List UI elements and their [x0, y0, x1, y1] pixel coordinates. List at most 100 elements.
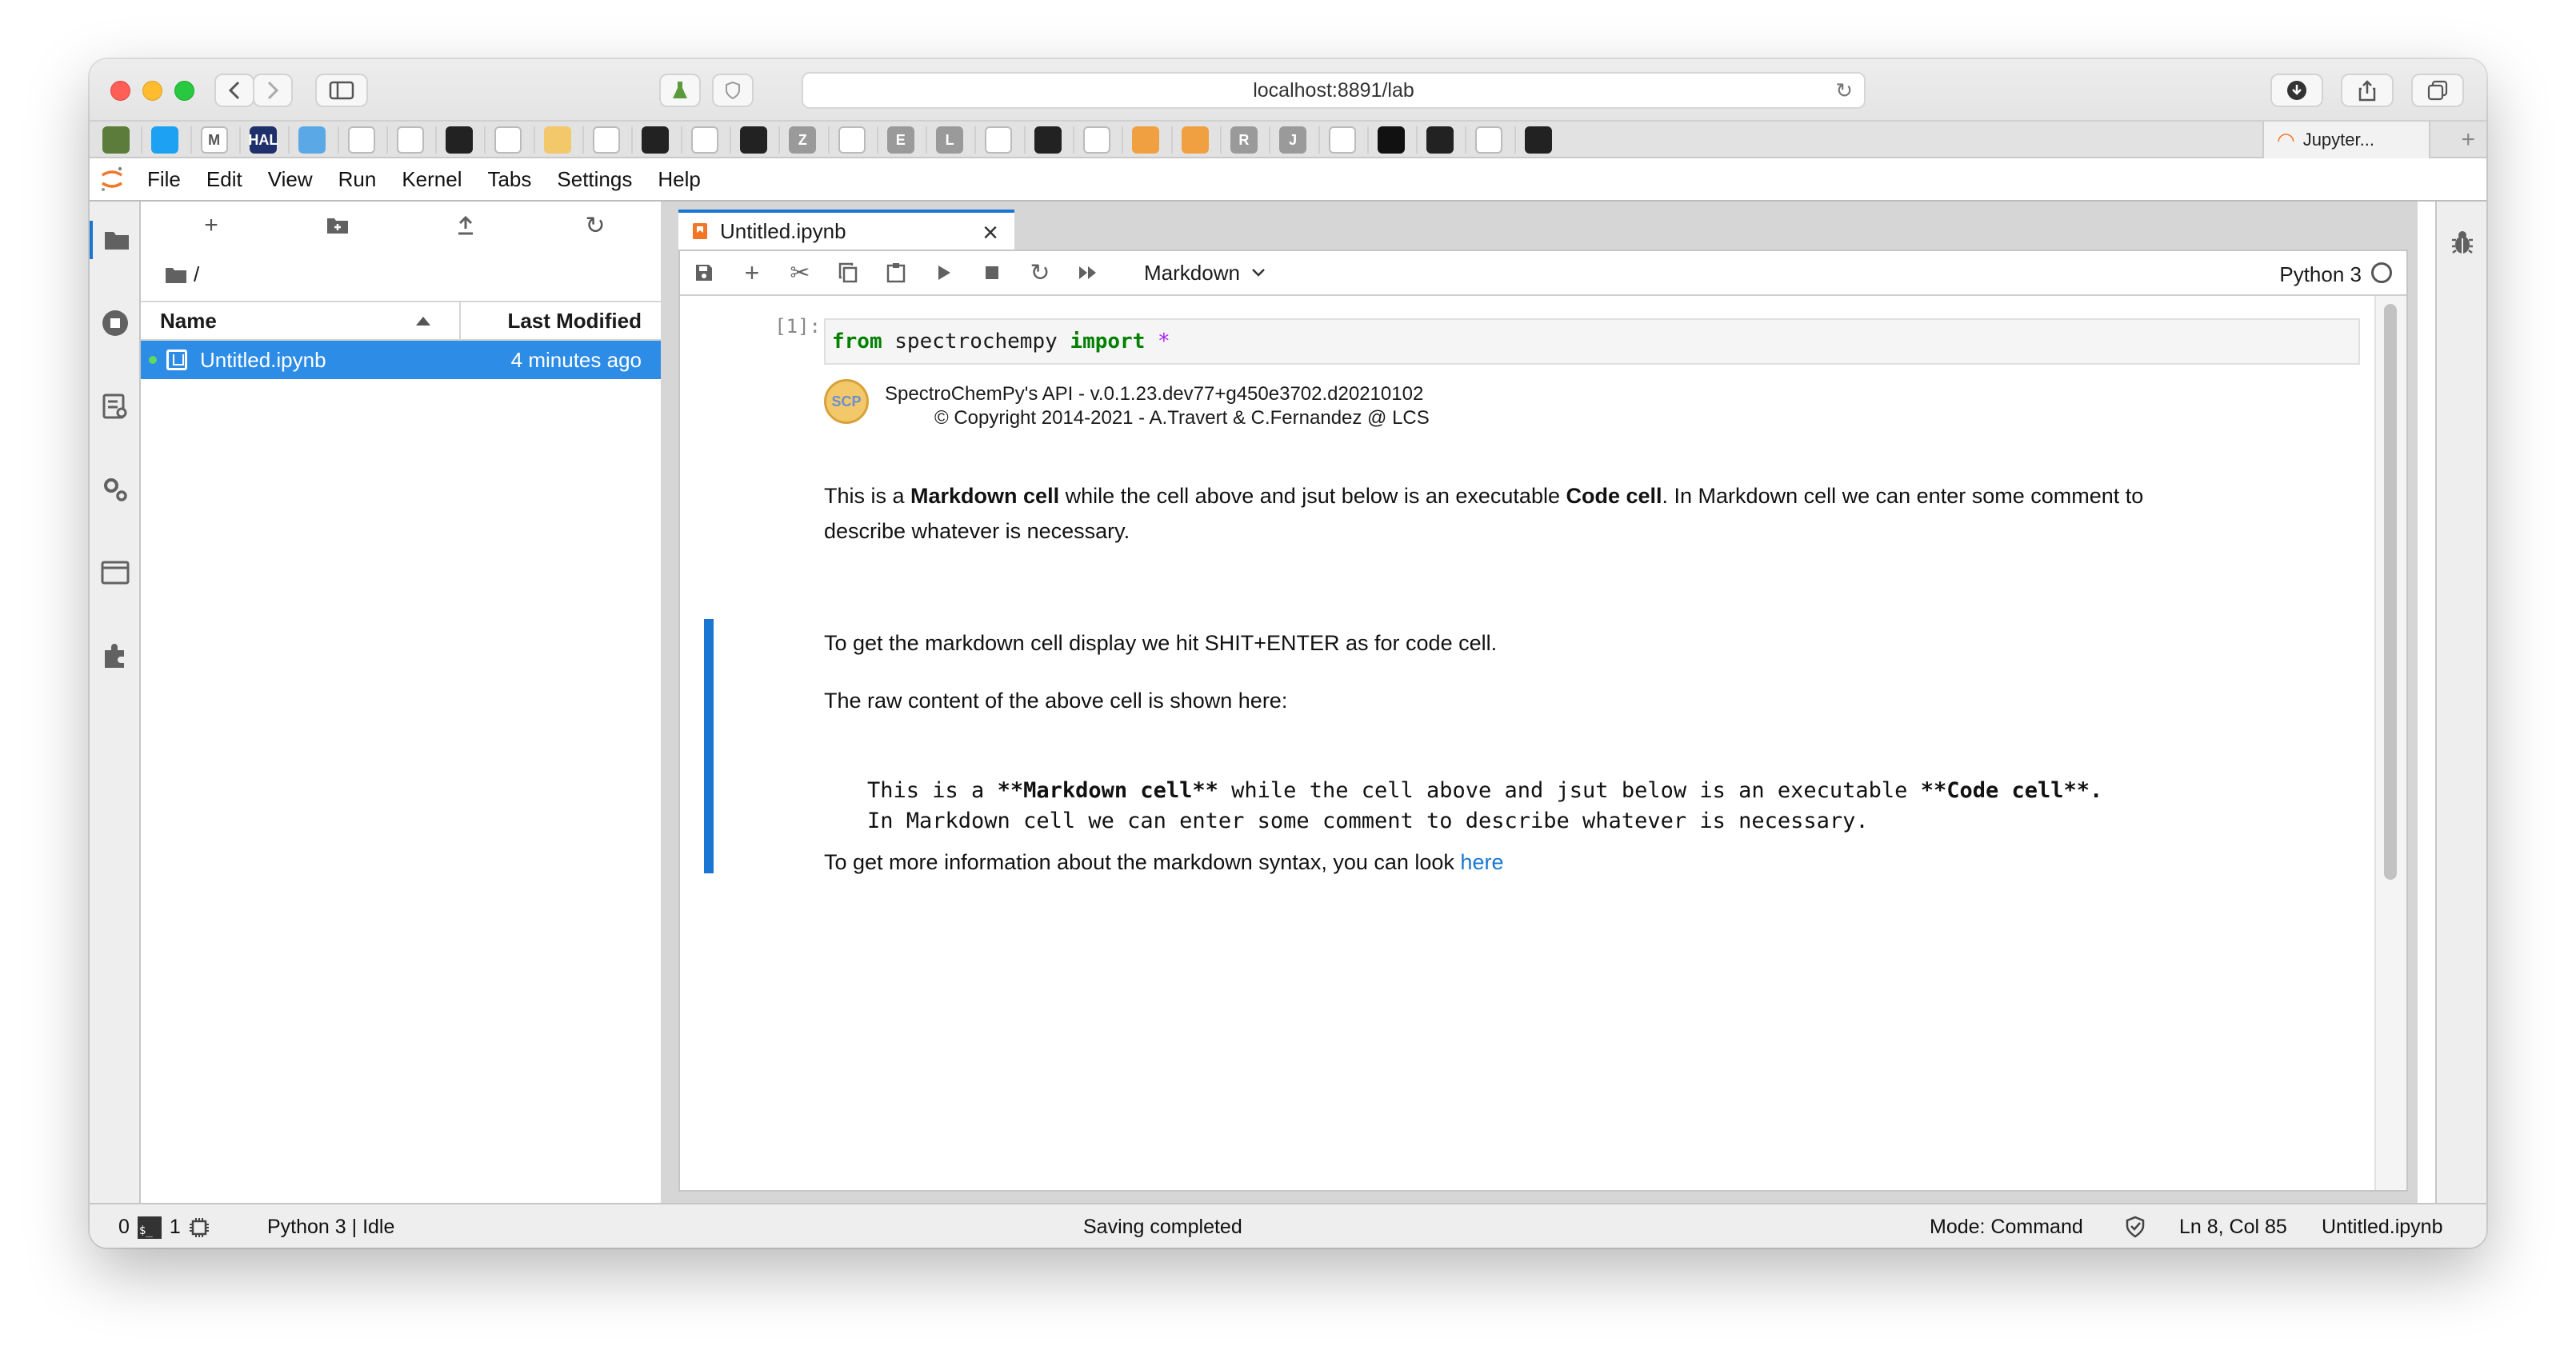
markdown-paragraph-1: This is a Markdown cell while the cell a… — [824, 478, 2143, 549]
code-cell[interactable]: from spectrochempy import * — [824, 318, 2360, 365]
terminals-count[interactable]: 0 $_ 1 — [118, 1216, 210, 1239]
new-tab-button[interactable]: + — [2461, 126, 2475, 154]
back-button[interactable] — [214, 74, 254, 107]
menu-kernel[interactable]: Kernel — [389, 167, 474, 192]
github-icon[interactable] — [1524, 126, 1552, 154]
c-icon[interactable] — [1426, 126, 1454, 154]
cut-button[interactable]: ✂ — [776, 250, 824, 295]
chart-icon[interactable] — [446, 126, 474, 154]
breadcrumb[interactable]: / — [165, 262, 199, 287]
github-icon[interactable] — [1034, 126, 1062, 154]
e-icon[interactable]: E — [886, 126, 914, 154]
scrollbar-thumb[interactable] — [2384, 304, 2397, 880]
wave-icon[interactable] — [347, 126, 375, 154]
file-row[interactable]: Untitled.ipynb 4 minutes ago — [141, 341, 661, 379]
markdown-raw-block: This is a **Markdown cell** while the ce… — [867, 776, 2102, 837]
copy-button[interactable] — [824, 250, 872, 295]
cursor-position[interactable]: Ln 8, Col 85 — [2179, 1216, 2287, 1239]
kernel-status[interactable]: Python 3 | Idle — [267, 1216, 394, 1239]
save-button[interactable] — [680, 250, 728, 295]
address-bar[interactable]: localhost:8891/lab ↻ — [802, 72, 1866, 109]
notebook-mode[interactable]: Mode: Command — [1930, 1216, 2083, 1239]
menu-file[interactable]: File — [134, 167, 194, 192]
cell-type-select[interactable]: Markdown — [1144, 261, 1266, 286]
medium-icon[interactable] — [1377, 126, 1405, 154]
scp-icon[interactable] — [543, 126, 571, 154]
paste-icon — [886, 263, 906, 283]
book-icon[interactable] — [1181, 126, 1209, 154]
book-icon[interactable] — [1132, 126, 1160, 154]
browser-tab-jupyter[interactable]: ◠ Jupyter... — [2262, 122, 2430, 158]
running-sessions-tab[interactable] — [101, 309, 130, 338]
close-window-button[interactable] — [110, 81, 130, 101]
ring-icon[interactable] — [593, 126, 620, 154]
new-folder-button[interactable] — [322, 211, 354, 240]
github-icon[interactable] — [642, 126, 670, 154]
md1-text-f: describe whatever is necessary. — [824, 519, 1130, 543]
menu-view[interactable]: View — [255, 167, 326, 192]
column-last-modified[interactable]: Last Modified — [461, 309, 661, 334]
gmail-icon[interactable]: M — [200, 126, 228, 154]
interrupt-button[interactable] — [968, 250, 1016, 295]
property-inspector-tab[interactable] — [101, 475, 130, 504]
sidebar-toggle-button[interactable] — [315, 74, 368, 107]
restart-button[interactable]: ↻ — [1016, 250, 1064, 295]
menu-tabs[interactable]: Tabs — [474, 167, 544, 192]
reload-icon[interactable]: ↻ — [1835, 78, 1853, 103]
z-icon[interactable]: Z — [789, 126, 817, 154]
globe-icon[interactable] — [396, 126, 424, 154]
forward-button[interactable] — [253, 74, 293, 107]
cell-output: SCP SpectroChemPy's API - v.0.1.23.dev77… — [824, 379, 1430, 430]
kernels-count-value: 1 — [169, 1216, 181, 1238]
share-button[interactable] — [2341, 74, 2394, 107]
globe-icon[interactable] — [690, 126, 718, 154]
jupyter-icon[interactable] — [1083, 126, 1110, 154]
mask-icon[interactable] — [494, 126, 522, 154]
status-bar: 0 $_ 1 Python 3 | Idle Saving completed … — [90, 1203, 2486, 1248]
privacy-button[interactable] — [712, 74, 754, 107]
restart-run-all-button[interactable] — [1064, 250, 1112, 295]
github-icon[interactable] — [739, 126, 767, 154]
trusted-indicator[interactable] — [2125, 1216, 2146, 1238]
tab-untitled-notebook[interactable]: Untitled.ipynb × — [678, 210, 1014, 250]
debugger-tab[interactable] — [2450, 229, 2475, 260]
jupyter-icon[interactable] — [1328, 126, 1356, 154]
twitter-icon[interactable] — [151, 126, 179, 154]
j-icon[interactable]: J — [1279, 126, 1307, 154]
open-tabs-tab[interactable] — [101, 558, 130, 587]
new-launcher-button[interactable]: + — [195, 211, 227, 240]
hal-icon[interactable]: HAL — [248, 126, 278, 154]
keyboard-icon[interactable] — [1475, 126, 1503, 154]
tab-overview-button[interactable] — [2411, 74, 2464, 107]
zoom-window-button[interactable] — [174, 81, 194, 101]
extensions-tab[interactable] — [101, 641, 130, 670]
refresh-button[interactable]: ↻ — [579, 211, 611, 240]
r-icon[interactable]: R — [1230, 126, 1258, 154]
trusted-shield-icon — [2126, 1216, 2145, 1238]
notebook-scrollbar[interactable] — [2374, 296, 2406, 1190]
upload-button[interactable] — [450, 211, 482, 240]
l-icon[interactable]: L — [936, 126, 964, 154]
run-button[interactable] — [920, 250, 968, 295]
menu-run[interactable]: Run — [326, 167, 390, 192]
cat-icon[interactable] — [838, 126, 866, 154]
extension-button[interactable] — [659, 74, 701, 107]
column-name[interactable]: Name — [141, 302, 461, 339]
commands-tab[interactable] — [101, 392, 130, 421]
raw-l2: In Markdown cell we can enter some comme… — [867, 809, 1869, 833]
menu-settings[interactable]: Settings — [544, 167, 645, 192]
menu-edit[interactable]: Edit — [194, 167, 255, 192]
breadcrumb-path[interactable]: / — [194, 262, 199, 287]
file-browser-tab[interactable] — [90, 221, 141, 259]
circle-icon[interactable] — [298, 126, 326, 154]
minimize-window-button[interactable] — [142, 81, 162, 101]
paste-button[interactable] — [872, 250, 920, 295]
downloads-button[interactable] — [2270, 74, 2323, 107]
here-link[interactable]: here — [1460, 850, 1503, 874]
compass-icon[interactable] — [985, 126, 1013, 154]
menu-help[interactable]: Help — [645, 167, 713, 192]
kernel-name[interactable]: Python 3 — [2279, 262, 2362, 287]
notebook-icon[interactable] — [102, 126, 130, 154]
insert-cell-button[interactable]: + — [728, 250, 776, 295]
close-icon[interactable]: × — [982, 218, 998, 249]
